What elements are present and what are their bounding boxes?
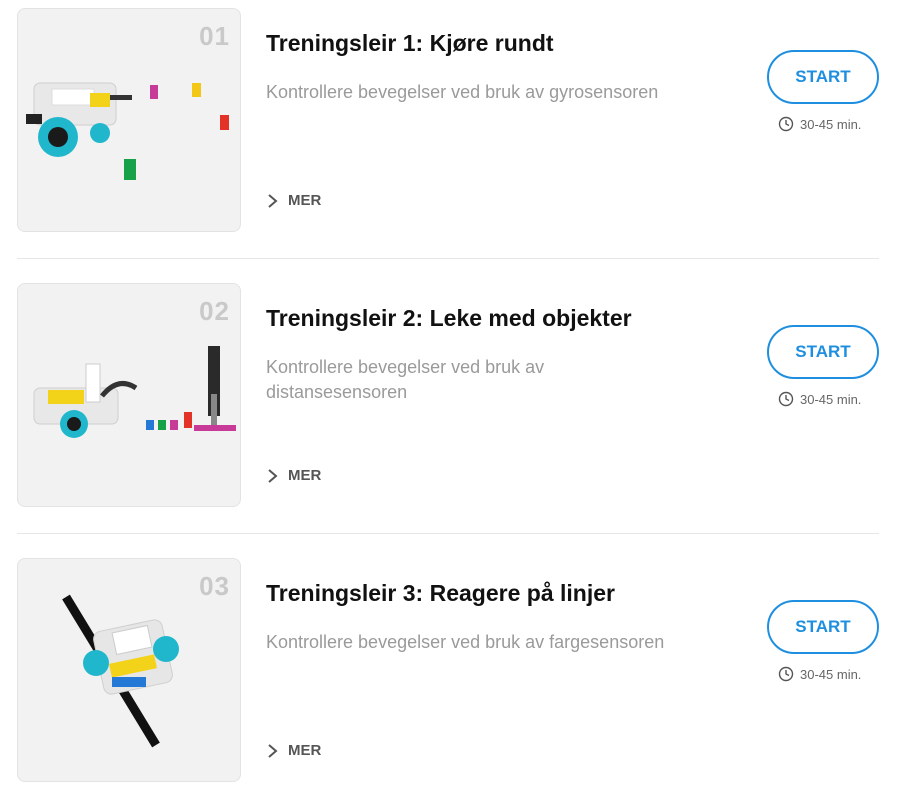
lesson-thumbnail[interactable]: 02 xyxy=(17,283,241,507)
duration-text: 30-45 min. xyxy=(800,391,862,407)
more-label: MER xyxy=(288,192,322,209)
clock-icon xyxy=(778,116,794,132)
lesson-description: Kontrollere bevegelser ved bruk av dista… xyxy=(266,357,545,402)
lesson-card: 03 Treningsleir 3: Reagere på linjer Kon… xyxy=(0,558,917,784)
lesson-number: 02 xyxy=(199,296,230,326)
lesson-title[interactable]: Treningsleir 1: Kjøre rundt xyxy=(266,30,554,57)
lesson-title[interactable]: Treningsleir 3: Reagere på linjer xyxy=(266,580,615,607)
more-link[interactable]: MER xyxy=(266,192,321,209)
lesson-thumbnail[interactable]: 03 xyxy=(17,558,241,782)
more-link[interactable]: MER xyxy=(266,742,321,759)
chevron-right-icon xyxy=(268,743,278,758)
duration-text: 30-45 min. xyxy=(800,116,862,132)
more-link[interactable]: MER xyxy=(266,467,321,484)
duration-text: 30-45 min. xyxy=(800,666,862,682)
duration: 30-45 min. xyxy=(778,391,861,407)
duration: 30-45 min. xyxy=(778,116,861,132)
start-button[interactable]: START xyxy=(767,325,879,379)
more-label: MER xyxy=(288,467,322,484)
more-label: MER xyxy=(288,742,322,759)
lesson-description: Kontrollere bevegelser ved bruk av gyros… xyxy=(266,82,659,102)
divider xyxy=(17,258,879,259)
lesson-card: 01 Treningsleir 1: Kjøre rundt Kontrolle… xyxy=(0,8,917,234)
lesson-number: 03 xyxy=(199,571,230,601)
clock-icon xyxy=(778,391,794,407)
lesson-number: 01 xyxy=(199,21,230,51)
divider xyxy=(17,533,879,534)
lesson-title[interactable]: Treningsleir 2: Leke med objekter xyxy=(266,305,632,332)
lesson-thumbnail[interactable]: 01 xyxy=(17,8,241,232)
clock-icon xyxy=(778,666,794,682)
start-button[interactable]: START xyxy=(767,600,879,654)
chevron-right-icon xyxy=(268,193,278,208)
start-button[interactable]: START xyxy=(767,50,879,104)
lesson-description: Kontrollere bevegelser ved bruk av farge… xyxy=(266,632,665,652)
chevron-right-icon xyxy=(268,468,278,483)
lesson-card: 02 Treningsleir 2: Leke med objekter Kon… xyxy=(0,283,917,509)
duration: 30-45 min. xyxy=(778,666,861,682)
